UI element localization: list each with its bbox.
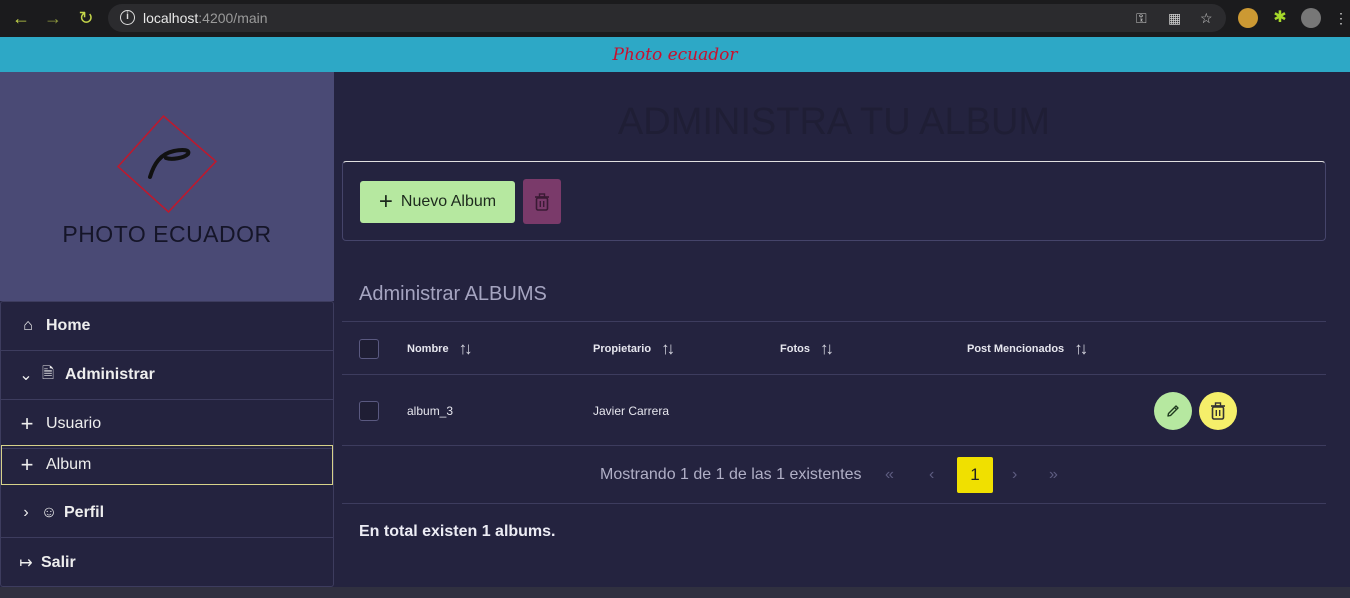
star-icon[interactable]: ☆ <box>1200 10 1213 27</box>
column-label: Nombre <box>407 343 449 355</box>
menu-dots-icon[interactable]: ⋮ <box>1334 8 1348 28</box>
logo-text: PHOTO ECUADOR <box>62 221 272 247</box>
sidebar-item-label: Usuario <box>46 415 102 432</box>
browser-toolbar: ← → ↻ i localhost:4200/main ⚿ ▦ ☆ ✱ ⋮ <box>0 0 1350 37</box>
address-bar[interactable]: i localhost:4200/main ⚿ ▦ ☆ <box>108 4 1226 32</box>
app-header: Photo ecuador <box>0 37 1350 72</box>
bottom-bar <box>0 587 1350 598</box>
user-icon: ☺ <box>40 504 58 521</box>
cell-nombre: album_3 <box>407 404 454 418</box>
logo-icon <box>117 115 218 213</box>
app-brand[interactable]: Photo ecuador <box>0 45 1350 65</box>
plus-icon: + <box>20 452 34 477</box>
sidebar-item-label: Administrar <box>65 366 155 383</box>
sidebar-item-label: Album <box>46 456 92 473</box>
edit-button[interactable] <box>1154 392 1192 430</box>
toolbar: + Nuevo Album <box>342 161 1326 241</box>
puzzle-icon[interactable]: ✱ <box>1270 8 1290 28</box>
back-arrow-icon[interactable]: ← <box>11 8 31 28</box>
home-icon: ⌂ <box>23 317 33 334</box>
translate-icon[interactable]: ▦ <box>1168 10 1181 27</box>
paginator: Mostrando 1 de 1 de las 1 existentes « ‹… <box>342 446 1326 504</box>
delete-row-button[interactable] <box>1199 392 1237 430</box>
main-content: ADMINISTRA TU ALBUM + Nuevo Album Admini… <box>334 72 1350 587</box>
last-page-icon[interactable]: » <box>1049 466 1058 484</box>
page-button-current[interactable]: 1 <box>957 457 993 493</box>
table-header: Nombre ↑↓ Propietario ↑↓ Fotos ↑↓ Post M… <box>342 321 1326 375</box>
key-icon[interactable]: ⚿ <box>1136 10 1147 27</box>
column-header-nombre[interactable]: Nombre ↑↓ <box>407 339 473 359</box>
sort-icon: ↑↓ <box>1074 339 1088 358</box>
chevron-down-icon: ⌄ <box>19 367 33 384</box>
sort-icon: ↑↓ <box>661 339 675 358</box>
chevron-right-icon: › <box>23 504 29 521</box>
table-row: album_3 Javier Carrera <box>342 375 1326 446</box>
sidebar-item-album[interactable]: + Album <box>1 445 333 485</box>
column-label: Post Mencionados <box>967 343 1065 355</box>
sidebar-menu: ⌂ Home ⌄ 🗎 Administrar + Usuario + Album… <box>0 301 334 587</box>
sort-icon: ↑↓ <box>458 339 473 358</box>
trash-icon <box>1211 402 1225 420</box>
pager-summary: Mostrando 1 de 1 de las 1 existentes <box>600 466 862 483</box>
avatar[interactable] <box>1301 8 1321 28</box>
reload-icon[interactable]: ↻ <box>76 8 96 28</box>
sidebar-item-administrar[interactable]: ⌄ 🗎 Administrar <box>1 351 333 400</box>
column-label: Fotos <box>780 343 810 355</box>
sidebar-item-label: Perfil <box>64 504 105 521</box>
delete-selected-button[interactable] <box>523 179 561 224</box>
cell-propietario: Javier Carrera <box>593 404 670 418</box>
column-label: Propietario <box>593 343 652 355</box>
sidebar-item-label: Home <box>46 317 91 334</box>
url-text: localhost:4200/main <box>143 10 268 26</box>
sort-icon: ↑↓ <box>819 339 834 358</box>
prev-page-icon[interactable]: ‹ <box>929 466 934 484</box>
forward-arrow-icon[interactable]: → <box>43 8 63 28</box>
file-icon: 🗎 <box>41 364 55 382</box>
trash-icon <box>535 192 549 211</box>
row-checkbox[interactable] <box>359 401 379 421</box>
sidebar-item-salir[interactable]: ↦ Salir <box>1 538 333 587</box>
sidebar: PHOTO ECUADOR ⌂ Home ⌄ 🗎 Administrar + U… <box>0 72 334 598</box>
site-info-icon[interactable]: i <box>120 10 135 25</box>
total-summary: En total existen 1 albums. <box>359 523 556 540</box>
pencil-icon <box>1167 405 1179 417</box>
page-title: ADMINISTRA TU ALBUM <box>617 101 1051 143</box>
plus-icon: + <box>378 188 393 215</box>
column-header-propietario[interactable]: Propietario ↑↓ <box>593 339 675 359</box>
plus-icon: + <box>20 411 34 436</box>
new-album-button[interactable]: + Nuevo Album <box>360 181 515 223</box>
new-album-label: Nuevo Album <box>400 193 497 210</box>
logo-panel: PHOTO ECUADOR <box>0 72 334 301</box>
extension-icon[interactable] <box>1238 8 1258 28</box>
section-title: Administrar ALBUMS <box>359 283 547 305</box>
sidebar-item-label: Salir <box>41 553 76 571</box>
sidebar-item-usuario[interactable]: + Usuario <box>1 400 333 449</box>
column-header-fotos[interactable]: Fotos ↑↓ <box>780 339 834 359</box>
column-header-post[interactable]: Post Mencionados ↑↓ <box>967 339 1088 359</box>
sign-out-icon: ↦ <box>19 554 33 572</box>
first-page-icon[interactable]: « <box>885 466 894 484</box>
next-page-icon[interactable]: › <box>1012 466 1017 484</box>
sidebar-item-home[interactable]: ⌂ Home <box>1 302 333 351</box>
select-all-checkbox[interactable] <box>359 339 379 359</box>
sidebar-item-perfil[interactable]: › ☺ Perfil <box>1 489 333 538</box>
